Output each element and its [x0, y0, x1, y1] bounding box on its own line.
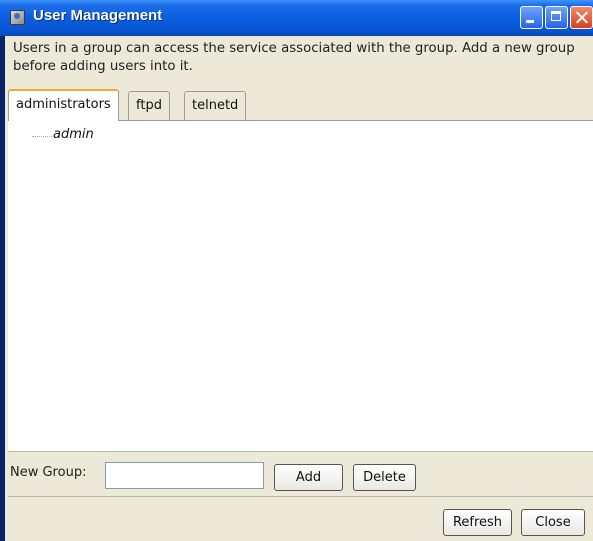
tree-connector: [32, 136, 52, 137]
close-button[interactable]: Close: [521, 509, 585, 536]
tab-ftpd[interactable]: ftpd: [128, 91, 170, 121]
new-group-label: New Group:: [10, 465, 87, 480]
tree-item-admin[interactable]: admin: [53, 127, 94, 142]
info-text: Users in a group can access the service …: [13, 41, 575, 74]
minimize-icon[interactable]: [520, 6, 543, 29]
window-title: User Management: [33, 7, 163, 24]
title-bar[interactable]: User Management: [0, 0, 593, 36]
close-icon[interactable]: [570, 6, 593, 29]
maximize-icon[interactable]: [545, 6, 568, 29]
delete-button[interactable]: Delete: [353, 464, 416, 491]
new-group-input[interactable]: [105, 462, 264, 489]
user-tree-panel: admin: [8, 120, 593, 451]
add-button[interactable]: Add: [274, 464, 343, 491]
app-icon: [10, 10, 25, 25]
tab-administrators[interactable]: administrators: [8, 89, 119, 121]
refresh-button[interactable]: Refresh: [443, 509, 512, 536]
tab-telnetd[interactable]: telnetd: [184, 91, 247, 121]
